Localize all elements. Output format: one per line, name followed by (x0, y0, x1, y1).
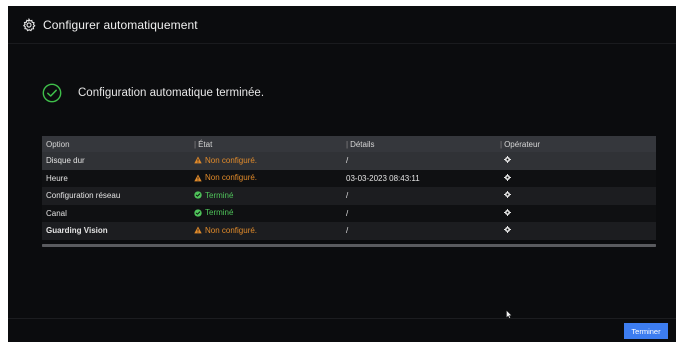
config-table: Option | État | Détails | Opérateur Disque … (42, 136, 656, 240)
header-details-label: Détails (350, 139, 375, 149)
cell-option: Canal (46, 208, 67, 218)
dialog-footer: Terminer (8, 318, 676, 342)
status-banner: Configuration automatique terminée. (42, 83, 264, 103)
table-row[interactable]: Guarding Vision Non configuré. / (42, 222, 656, 240)
cell-option: Heure (46, 173, 68, 183)
cell-details: / (346, 208, 349, 218)
header-etat-label: État (198, 139, 213, 149)
table-row[interactable]: Heure Non configuré. 03-03-2023 08:43:11 (42, 169, 656, 187)
status-label: Non configuré. (205, 155, 258, 165)
auto-config-window: Configurer automatiquement Configuration… (8, 6, 676, 342)
gear-icon[interactable] (504, 191, 511, 199)
cell-details: / (346, 226, 349, 236)
cell-operateur (500, 208, 656, 218)
cell-details: 03-03-2023 08:43:11 (346, 173, 420, 183)
check-circle-icon (194, 191, 202, 199)
gear-icon[interactable] (504, 208, 511, 216)
cell-option: Disque dur (46, 156, 85, 166)
gear-icon[interactable] (504, 156, 511, 164)
window-title: Configurer automatiquement (43, 17, 198, 32)
cell-etat: Terminé (194, 208, 346, 219)
header-operateur: | Opérateur (500, 139, 541, 149)
header-option: Option (46, 139, 70, 149)
cell-details: / (346, 156, 349, 166)
warning-icon (194, 226, 202, 234)
cell-operateur (500, 226, 656, 235)
mouse-pointer-icon (506, 306, 512, 319)
cell-details: / (346, 191, 349, 201)
table-row[interactable]: Canal Terminé / (42, 204, 656, 222)
check-circle-icon (194, 208, 202, 217)
horizontal-scrollbar[interactable] (42, 244, 656, 247)
warning-icon (194, 173, 202, 182)
cell-etat: Non configuré. (194, 226, 346, 237)
header-details: | Détails (346, 139, 375, 149)
header-operateur-label: Opérateur (504, 139, 541, 149)
settings-gear-icon (22, 17, 36, 32)
cell-operateur (500, 191, 656, 200)
cell-etat: Terminé (194, 191, 346, 202)
cell-etat: Non configuré. (194, 156, 346, 167)
gear-icon[interactable] (504, 226, 511, 234)
gear-icon[interactable] (504, 173, 511, 181)
status-label: Terminé (205, 190, 234, 200)
scrollbar-thumb[interactable] (42, 244, 656, 247)
cell-operateur (500, 156, 656, 165)
cell-option: Configuration réseau (46, 191, 121, 201)
table-header: Option | État | Détails | Opérateur (42, 136, 656, 152)
table-row[interactable]: Disque dur Non configuré. / (42, 152, 656, 170)
finish-button[interactable]: Terminer (624, 323, 668, 339)
status-label: Terminé (205, 208, 234, 217)
warning-icon (194, 156, 202, 164)
cell-etat: Non configuré. (194, 173, 346, 184)
status-label: Non configuré. (205, 173, 258, 182)
cell-option: Guarding Vision (46, 226, 108, 236)
status-message: Configuration automatique terminée. (78, 87, 265, 99)
title-bar: Configurer automatiquement (8, 6, 676, 44)
status-label: Non configuré. (205, 225, 258, 235)
table-row[interactable]: Configuration réseau Terminé / (42, 187, 656, 205)
success-check-icon (42, 83, 62, 103)
cell-operateur (500, 173, 656, 183)
header-etat: | État (194, 139, 213, 149)
